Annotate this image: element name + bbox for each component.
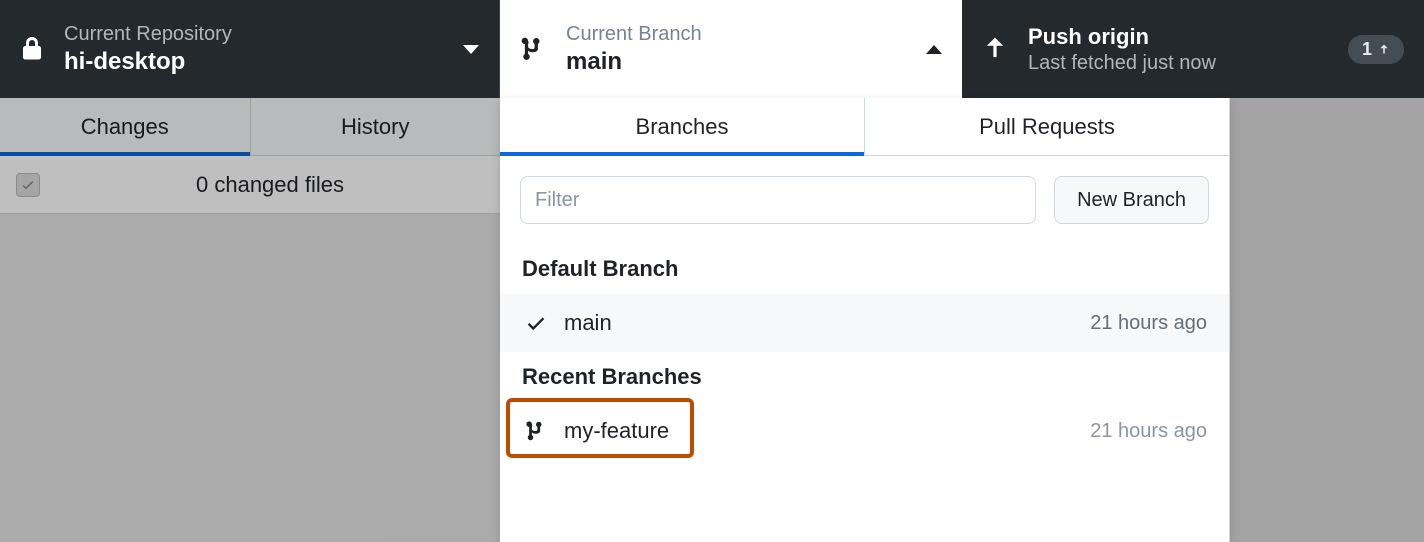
tab-pull-requests[interactable]: Pull Requests (865, 98, 1229, 155)
push-button[interactable]: Push origin Last fetched just now 1 (962, 0, 1424, 98)
branch-selector[interactable]: Current Branch main (500, 0, 962, 98)
branch-item-time: 21 hours ago (1090, 420, 1207, 443)
changed-files-row: 0 changed files (0, 156, 500, 214)
push-label: Push origin (1028, 24, 1348, 50)
branch-label: Current Branch (566, 23, 926, 46)
tab-branches[interactable]: Branches (500, 98, 865, 155)
repo-label: Current Repository (64, 23, 463, 46)
branch-filter-input[interactable] (520, 176, 1036, 224)
branch-name: main (566, 48, 926, 76)
branch-icon (520, 36, 546, 62)
branch-item-my-feature[interactable]: my-feature 21 hours ago (500, 402, 1229, 460)
push-status: Last fetched just now (1028, 52, 1348, 75)
default-branch-header: Default Branch (500, 244, 1229, 294)
changed-files-label: 0 changed files (40, 172, 500, 198)
push-icon (982, 36, 1008, 62)
push-count-badge: 1 (1348, 35, 1404, 64)
chevron-down-icon (463, 45, 479, 54)
branch-item-main[interactable]: main 21 hours ago (500, 294, 1229, 352)
tab-changes[interactable]: Changes (0, 98, 251, 155)
branch-dropdown: Branches Pull Requests New Branch Defaul… (500, 98, 1230, 542)
repo-name: hi-desktop (64, 48, 463, 76)
branch-icon (522, 420, 550, 442)
branch-item-name: my-feature (564, 418, 669, 444)
branch-item-time: 21 hours ago (1090, 312, 1207, 335)
chevron-up-icon (926, 45, 942, 54)
select-all-checkbox[interactable] (16, 173, 40, 197)
lock-icon (20, 35, 44, 63)
repo-selector[interactable]: Current Repository hi-desktop (0, 0, 500, 98)
branch-item-name: main (564, 310, 612, 336)
recent-branches-header: Recent Branches (500, 352, 1229, 402)
new-branch-button[interactable]: New Branch (1054, 176, 1209, 224)
tab-history[interactable]: History (251, 98, 501, 155)
check-icon (522, 312, 550, 334)
